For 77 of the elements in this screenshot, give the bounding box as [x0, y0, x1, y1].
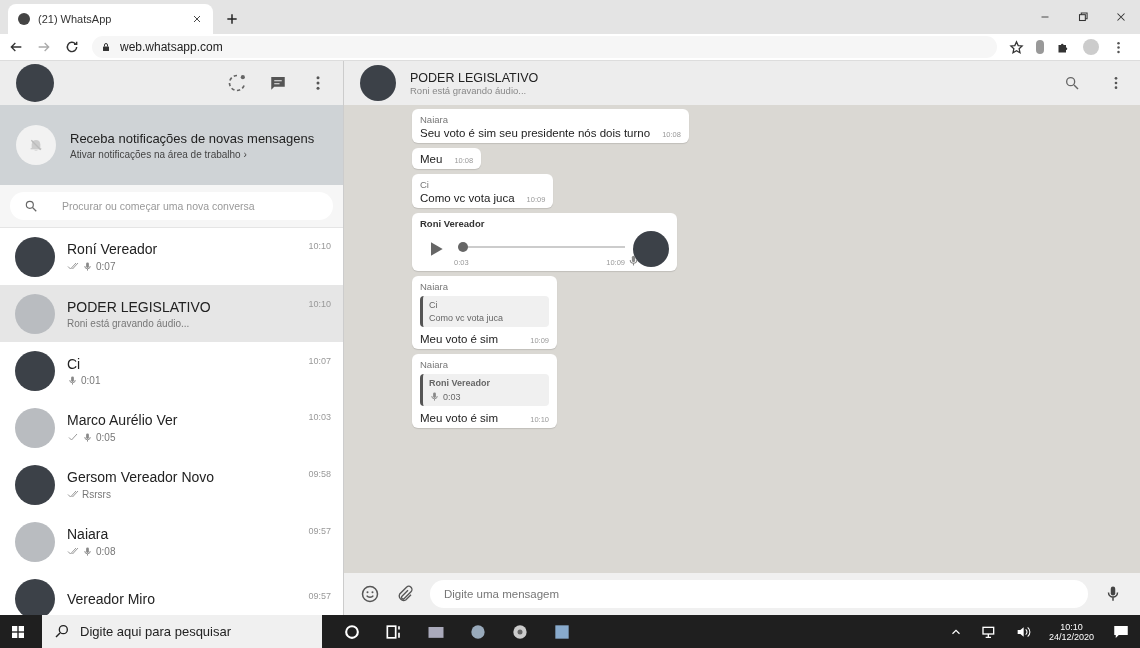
chat-status: Roni está gravando áudio... — [410, 84, 528, 96]
message-input[interactable]: Digite uma mensagem — [430, 580, 1088, 608]
chat-item[interactable]: PODER LEGISLATIVO 10:10 Roni está gravando áudio... — [0, 285, 343, 342]
avatar — [15, 521, 55, 562]
avatar — [15, 236, 55, 277]
group-avatar[interactable] — [360, 65, 396, 101]
enable-notifications-link[interactable]: Ativar notificações na área de trabalho › — [70, 148, 315, 160]
search-field[interactable]: Procurar ou começar uma nova conversa — [10, 192, 333, 220]
avatar[interactable] — [16, 64, 54, 102]
avatar — [15, 407, 55, 448]
chat-title: PODER LEGISLATIVO — [410, 70, 539, 85]
star-icon[interactable] — [1009, 39, 1024, 55]
restore-icon[interactable] — [1076, 10, 1090, 24]
audio-slider-thumb[interactable] — [458, 241, 468, 252]
contact-name: Marco Aurélio Ver — [67, 412, 178, 428]
notification-title: Receba notificações de novas mensagens — [70, 130, 315, 146]
emoji-icon[interactable] — [360, 584, 380, 604]
chat-time: 09:57 — [308, 526, 331, 538]
address-field[interactable]: web.whatsapp.com — [92, 36, 997, 58]
sender-name: Naiara — [420, 281, 449, 292]
avatar — [633, 231, 669, 267]
avatar — [15, 578, 55, 615]
contact-name: Ci — [67, 355, 81, 372]
sender-name: Roni Vereador — [420, 218, 486, 229]
quoted-message[interactable]: Ci Como vc vota juca — [420, 296, 549, 327]
message-preview: Roni está gravando áudio... — [67, 317, 190, 329]
tab-title: (21) WhatsApp — [38, 13, 113, 25]
contact-name: PODER LEGISLATIVO — [67, 298, 211, 315]
contact-name: Naiara — [67, 526, 109, 542]
message-preview: 0:07 — [96, 260, 116, 272]
quoted-sender: Roni Vereador — [429, 378, 492, 388]
search-icon[interactable] — [1064, 75, 1080, 91]
taskbar-search-field[interactable]: Digite aqui para pesquisar — [42, 615, 322, 648]
message-preview: 0:08 — [96, 545, 116, 557]
message-text: Como vc vota juca — [420, 192, 515, 204]
avatar — [15, 350, 55, 391]
chat-time: 10:10 — [308, 241, 331, 253]
close-icon[interactable] — [191, 13, 203, 25]
chat-time: 09:58 — [308, 469, 331, 481]
sender-name: Ci — [420, 179, 430, 190]
sender-name: Naiara — [420, 359, 449, 370]
message-text: Meu voto é sim — [420, 412, 498, 424]
reload-icon[interactable] — [64, 39, 80, 55]
contact-name: Roní Vereador — [67, 241, 158, 257]
clock-time: 10:10 — [1060, 621, 1083, 632]
new-tab-icon[interactable] — [225, 12, 239, 26]
browser-tab[interactable]: (21) WhatsApp — [8, 4, 213, 34]
bell-icon — [16, 125, 56, 165]
quoted-sender: Ci — [429, 300, 439, 310]
message-preview: Rsrsrs — [82, 488, 111, 500]
status-icon[interactable] — [227, 73, 247, 93]
contact-name: Gersom Vereador Novo — [67, 469, 215, 485]
message-preview: 0:01 — [81, 374, 101, 386]
avatar — [15, 293, 55, 334]
message-text: Seu voto é sim seu presidente nós dois turno — [420, 127, 651, 139]
microphone-icon — [627, 254, 640, 267]
paperclip-icon[interactable] — [396, 585, 414, 603]
chat-icon[interactable] — [269, 74, 287, 92]
quoted-message[interactable]: Roni Vereador 0:03 — [420, 374, 549, 406]
contact-name: Vereador Miro — [67, 590, 155, 607]
search-icon — [54, 623, 70, 639]
chat-time: 10:10 — [308, 298, 331, 311]
favicon-icon — [18, 13, 30, 25]
quoted-text: Como vc vota juca — [429, 313, 504, 323]
clock-date: 24/12/2020 — [1048, 631, 1094, 642]
chat-time: 09:57 — [308, 590, 331, 603]
windows-start-icon[interactable] — [10, 623, 26, 640]
chat-time: 10:07 — [308, 355, 331, 368]
avatar — [15, 464, 55, 505]
search-icon — [24, 199, 38, 213]
lock-icon — [100, 41, 112, 53]
message-text: Meu voto é sim — [420, 333, 498, 345]
quoted-text: 0:03 — [443, 391, 461, 402]
message-text: Meu — [420, 153, 443, 165]
chat-time: 10:03 — [308, 412, 331, 424]
sender-name: Naiara — [420, 114, 449, 125]
message-preview: 0:05 — [96, 431, 116, 443]
